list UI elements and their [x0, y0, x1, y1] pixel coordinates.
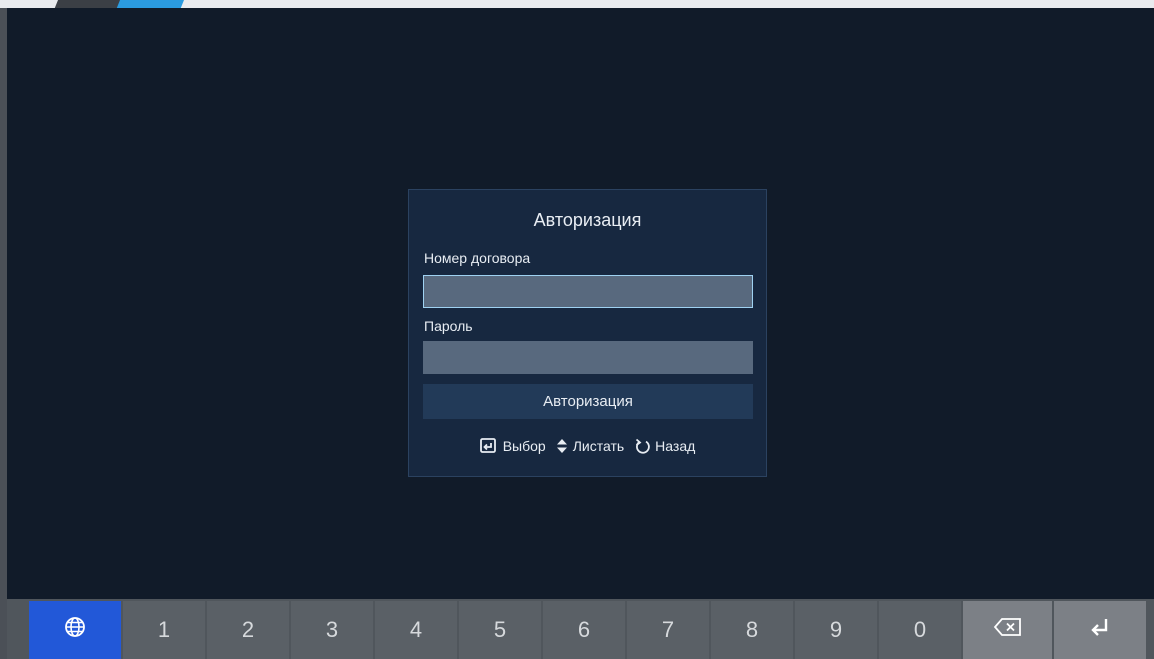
password-input[interactable]	[423, 341, 753, 374]
hint-scroll-label: Листать	[572, 438, 625, 454]
key-0[interactable]: 0	[879, 601, 961, 659]
back-icon	[634, 438, 650, 454]
contract-number-label: Номер договора	[424, 250, 531, 266]
hint-back-label: Назад	[655, 438, 696, 454]
up-down-icon	[556, 438, 568, 454]
onscreen-keyboard: 1 2 3 4 5 6 7 8 9 0	[7, 599, 1154, 659]
key-5[interactable]: 5	[459, 601, 541, 659]
key-2[interactable]: 2	[207, 601, 289, 659]
hint-select: Выбор	[479, 438, 546, 454]
key-7[interactable]: 7	[627, 601, 709, 659]
password-label: Пароль	[424, 318, 473, 334]
key-4[interactable]: 4	[375, 601, 457, 659]
return-icon	[1089, 617, 1111, 643]
key-1[interactable]: 1	[123, 601, 205, 659]
key-9[interactable]: 9	[795, 601, 877, 659]
backspace-key[interactable]	[963, 601, 1052, 659]
decorative-stripe-blue	[115, 0, 185, 8]
enter-icon	[479, 438, 498, 454]
backspace-icon	[993, 617, 1023, 643]
contract-number-input[interactable]	[423, 275, 753, 308]
globe-icon	[64, 616, 86, 644]
left-frame	[0, 8, 7, 659]
key-6[interactable]: 6	[543, 601, 625, 659]
key-3[interactable]: 3	[291, 601, 373, 659]
navigation-hints: Выбор Листать Назад	[409, 438, 766, 454]
language-key[interactable]	[29, 601, 121, 659]
enter-key[interactable]	[1054, 601, 1146, 659]
dialog-title: Авторизация	[533, 210, 642, 230]
hint-back: Назад	[634, 438, 695, 454]
login-button[interactable]: Авторизация	[423, 384, 753, 419]
top-frame	[0, 0, 1154, 8]
hint-scroll: Листать	[556, 438, 624, 454]
login-dialog: Авторизация Номер договора Пароль Автори…	[408, 189, 767, 477]
key-8[interactable]: 8	[711, 601, 793, 659]
hint-select-label: Выбор	[502, 438, 546, 454]
